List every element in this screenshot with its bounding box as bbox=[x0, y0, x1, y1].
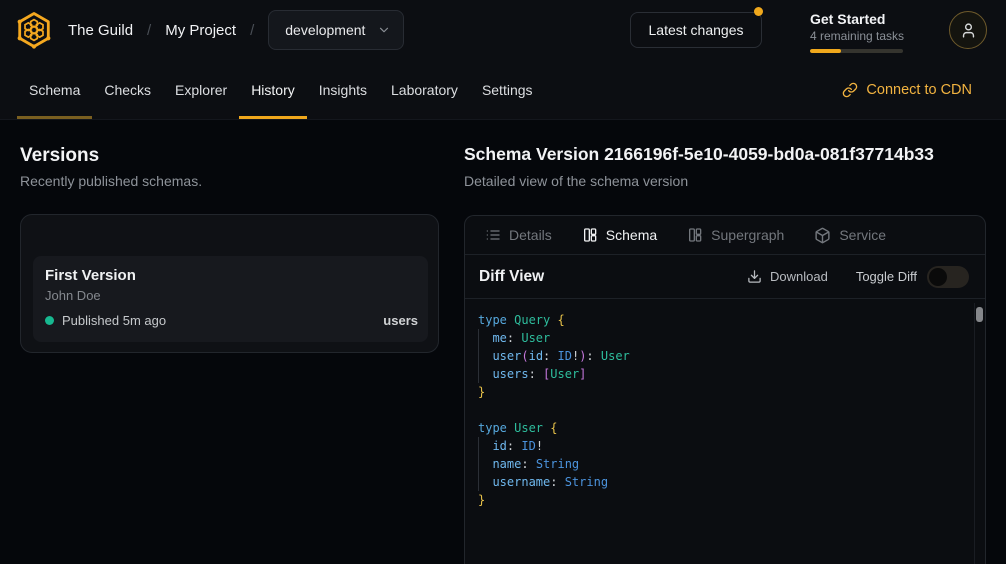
tab-laboratory[interactable]: Laboratory bbox=[379, 60, 470, 119]
latest-changes-button[interactable]: Latest changes bbox=[630, 12, 762, 48]
code-line: users: [User] bbox=[478, 365, 961, 383]
schema-sdl-code: type Query { me: User user(id: ID!): Use… bbox=[465, 299, 985, 509]
version-name: First Version bbox=[45, 267, 136, 284]
tab-history[interactable]: History bbox=[239, 60, 307, 119]
tab-insights[interactable]: Insights bbox=[307, 60, 379, 119]
connect-to-cdn-label: Connect to CDN bbox=[866, 82, 972, 98]
schema-version-title: Schema Version 2166196f-5e10-4059-bd0a-0… bbox=[464, 144, 934, 165]
get-started-widget[interactable]: Get Started 4 remaining tasks bbox=[810, 10, 903, 53]
version-status: Published 5m ago bbox=[62, 313, 166, 328]
version-service-badge: users bbox=[383, 313, 418, 328]
breadcrumb-separator: / bbox=[250, 22, 254, 39]
download-button[interactable]: Download bbox=[747, 269, 828, 284]
link-icon bbox=[842, 82, 858, 98]
schema-version-subtitle: Detailed view of the schema version bbox=[464, 173, 688, 189]
diff-view-toolbar: Diff View Download Toggle Diff bbox=[465, 255, 985, 299]
tab-explorer[interactable]: Explorer bbox=[163, 60, 239, 119]
version-tab-label: Details bbox=[509, 227, 552, 243]
version-tab-label: Schema bbox=[606, 227, 657, 243]
breadcrumb-project[interactable]: My Project bbox=[165, 22, 236, 39]
target-navbar: SchemaChecksExplorerHistoryInsightsLabor… bbox=[0, 60, 1006, 120]
published-status-dot bbox=[45, 316, 54, 325]
code-scrollbar-track bbox=[974, 303, 975, 564]
columns-icon bbox=[687, 227, 703, 243]
versions-list-card: First Version John Doe Published 5m ago … bbox=[20, 214, 439, 353]
toggle-knob bbox=[929, 268, 947, 286]
schema-version-card: Details Schema Supergraph Service Diff View… bbox=[464, 215, 986, 564]
versions-title: Versions bbox=[20, 145, 99, 167]
code-line: me: User bbox=[478, 329, 961, 347]
versions-subtitle: Recently published schemas. bbox=[20, 173, 202, 189]
breadcrumb: The Guild / My Project / development bbox=[14, 0, 404, 60]
version-view-tabs: Details Schema Supergraph Service bbox=[465, 216, 985, 255]
code-line bbox=[478, 401, 961, 419]
schema-code-viewer: type Query { me: User user(id: ID!): Use… bbox=[465, 299, 985, 564]
diff-view-title: Diff View bbox=[479, 268, 544, 286]
breadcrumb-separator: / bbox=[147, 22, 151, 39]
get-started-title: Get Started bbox=[810, 10, 903, 28]
code-line: name: String bbox=[478, 455, 961, 473]
toggle-diff-switch[interactable] bbox=[927, 266, 969, 288]
code-line: } bbox=[478, 491, 961, 509]
user-icon bbox=[960, 22, 977, 39]
columns-icon bbox=[582, 227, 598, 243]
tab-settings[interactable]: Settings bbox=[470, 60, 545, 119]
download-icon bbox=[747, 269, 762, 284]
code-line: user(id: ID!): User bbox=[478, 347, 961, 365]
version-tab-details[interactable]: Details bbox=[485, 227, 552, 243]
cube-icon bbox=[814, 227, 831, 244]
version-tab-service[interactable]: Service bbox=[814, 227, 886, 244]
code-line: id: ID! bbox=[478, 437, 961, 455]
tab-checks[interactable]: Checks bbox=[92, 60, 163, 119]
code-line: type User { bbox=[478, 419, 961, 437]
version-meta-row: Published 5m ago users bbox=[45, 313, 418, 328]
version-tab-label: Supergraph bbox=[711, 227, 784, 243]
code-line: username: String bbox=[478, 473, 961, 491]
code-line: type Query { bbox=[478, 311, 961, 329]
primary-tabs: SchemaChecksExplorerHistoryInsightsLabor… bbox=[0, 60, 545, 119]
breadcrumb-org[interactable]: The Guild bbox=[68, 22, 133, 39]
target-selector[interactable]: development bbox=[268, 10, 404, 50]
progress-fill bbox=[810, 49, 841, 53]
tab-schema[interactable]: Schema bbox=[17, 60, 92, 119]
notification-dot bbox=[754, 7, 763, 16]
connect-to-cdn-button[interactable]: Connect to CDN bbox=[842, 60, 972, 119]
code-scrollbar-handle[interactable] bbox=[976, 307, 983, 322]
version-tab-label: Service bbox=[839, 227, 886, 243]
version-author: John Doe bbox=[45, 288, 101, 303]
chevron-down-icon bbox=[377, 23, 391, 37]
toggle-diff-label: Toggle Diff bbox=[856, 269, 917, 284]
hive-logo-icon[interactable] bbox=[14, 10, 54, 50]
version-tab-schema[interactable]: Schema bbox=[582, 227, 657, 243]
download-label: Download bbox=[770, 269, 828, 284]
code-line: } bbox=[478, 383, 961, 401]
version-list-item[interactable]: First Version John Doe Published 5m ago … bbox=[33, 256, 428, 342]
versions-panel: Versions Recently published schemas. Fir… bbox=[20, 120, 440, 563]
list-icon bbox=[485, 227, 501, 243]
get-started-progress-track bbox=[810, 49, 903, 53]
app-header: The Guild / My Project / development Lat… bbox=[0, 0, 1006, 60]
version-tab-supergraph[interactable]: Supergraph bbox=[687, 227, 784, 243]
target-selector-value: development bbox=[285, 22, 365, 38]
schema-version-panel: Schema Version 2166196f-5e10-4059-bd0a-0… bbox=[464, 120, 1006, 563]
get-started-subtitle: 4 remaining tasks bbox=[810, 28, 903, 44]
user-avatar-button[interactable] bbox=[949, 11, 987, 49]
